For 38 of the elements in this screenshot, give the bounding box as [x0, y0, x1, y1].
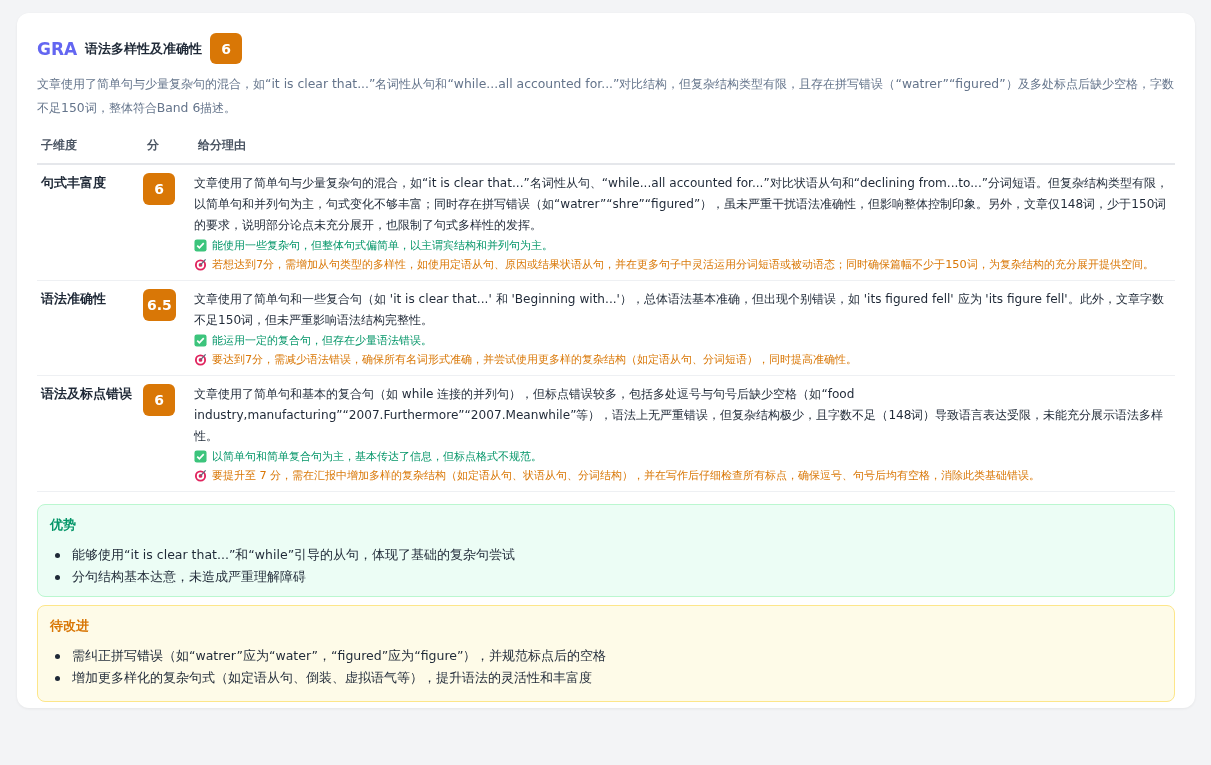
panel-title: 待改进 — [50, 618, 90, 635]
score-badge: 6 — [143, 384, 175, 416]
column-header: 子维度 — [40, 138, 78, 153]
list-item-text: 增加更多样化的复杂句式（如定语从句、倒装、虚拟语气等），提升语法的灵活性和丰富度 — [72, 669, 592, 687]
check-icon — [194, 334, 207, 347]
row-label: 句式丰富度 — [40, 174, 107, 192]
score-badge: 6 — [143, 173, 175, 205]
section-title: 语法多样性及准确性 — [85, 39, 203, 58]
target-icon — [194, 353, 207, 366]
summary-text: 文章使用了简单句与少量复杂句的混合，如“it is clear that...”名词性从句和“while...all accounted for...”对比结构，但复杂结构类型有限，且存在拼写错误（“watrer”“figured”）及多处标点后缺少空格，字数不足150词，整体符合Band 6描述。 — [37, 75, 1175, 117]
score-badge: 6.5 — [143, 289, 176, 321]
positive-note: 以简单句和简单复合句为主，基本传达了信息，但标点格式不规范。 — [212, 449, 542, 465]
advice-note: 要达到7分，需减少语法错误，确保所有名词形式准确，并尝试使用更多样的复杂结构（如定语从句、分词短语），同时提高准确性。 — [212, 352, 858, 368]
list-item-text: 分句结构基本达意，未造成严重理解障碍 — [72, 568, 306, 586]
bullet-icon — [55, 675, 60, 681]
bullet-icon — [55, 552, 60, 558]
positive-note: 能运用一定的复合句，但存在少量语法错误。 — [212, 333, 432, 349]
row-label: 语法及标点错误 — [39, 385, 133, 403]
list-item-text: 能够使用“it is clear that...”和“while”引导的从句，体现了基础的复杂句尝试 — [72, 546, 516, 564]
target-icon — [194, 258, 207, 271]
reason-text: 文章使用了简单句与少量复杂句的混合，如“it is clear that...”名词性从句、“while...all accounted for...”对比状语从句和“declining from...to...”分词短语。但复杂结构类型有限，以简单句和并列句为主，句式变化不够丰富；同时存在拼写错误（如“watrer”“shre”“figured”），虽未严重干扰语法准确性，但影响整体控制印象。另外，文章仅148词，少于150词的要求，说明部分论点未充分展开，也限制了句式多样性的发挥。 — [194, 175, 1170, 234]
section-code: GRA — [37, 38, 78, 59]
positive-note: 能使用一些复杂句，但整体句式偏简单，以主谓宾结构和并列句为主。 — [212, 238, 553, 254]
row-label: 语法准确性 — [39, 290, 107, 308]
column-header: 给分理由 — [197, 138, 247, 153]
panel-title: 优势 — [50, 517, 77, 534]
reason-text: 文章使用了简单句和基本的复合句（如 while 连接的并列句），但标点错误较多，包括多处逗号与句号后缺少空格（如“food industry,manufacturing”“2007.Furthermore”“2007.Meanwhile”等），语法上无严重错误，但复杂结构极少，且字数不足（148词）导致语言表达受限，未能充分展示语法多样性。 — [194, 386, 1165, 445]
advice-note: 若想达到7分，需增加从句类型的多样性，如使用定语从句、原因或结果状语从句，并在更多句子中灵活运用分词短语或被动语态；同时确保篇幅不少于150词，为复杂结构的充分展开提供空间。 — [212, 257, 1154, 273]
target-icon — [194, 469, 207, 482]
bullet-icon — [55, 653, 60, 659]
bullet-icon — [55, 574, 60, 580]
reason-text: 文章使用了简单句和一些复合句（如 'it is clear that...' 和 'Beginning with...'），总体语法基本准确，但出现个别错误，如 'its figured fell' 应为 'its figure fell'。此外，文章字数不足150词，但未严重影响语法结构完整性。 — [194, 291, 1165, 329]
check-icon — [194, 450, 207, 463]
score-badge: 6 — [210, 33, 243, 64]
check-icon — [194, 239, 207, 252]
column-header: 分 — [146, 138, 160, 153]
list-item-text: 需纠正拼写错误（如“watrer”应为“water”，“figured”应为“figure”），并规范标点后的空格 — [72, 647, 607, 665]
advice-note: 要提升至 7 分，需在汇报中增加多样的复杂结构（如定语从句、状语从句、分词结构），并在写作后仔细检查所有标点，确保逗号、句号后均有空格，消除此类基础错误。 — [212, 468, 1041, 484]
